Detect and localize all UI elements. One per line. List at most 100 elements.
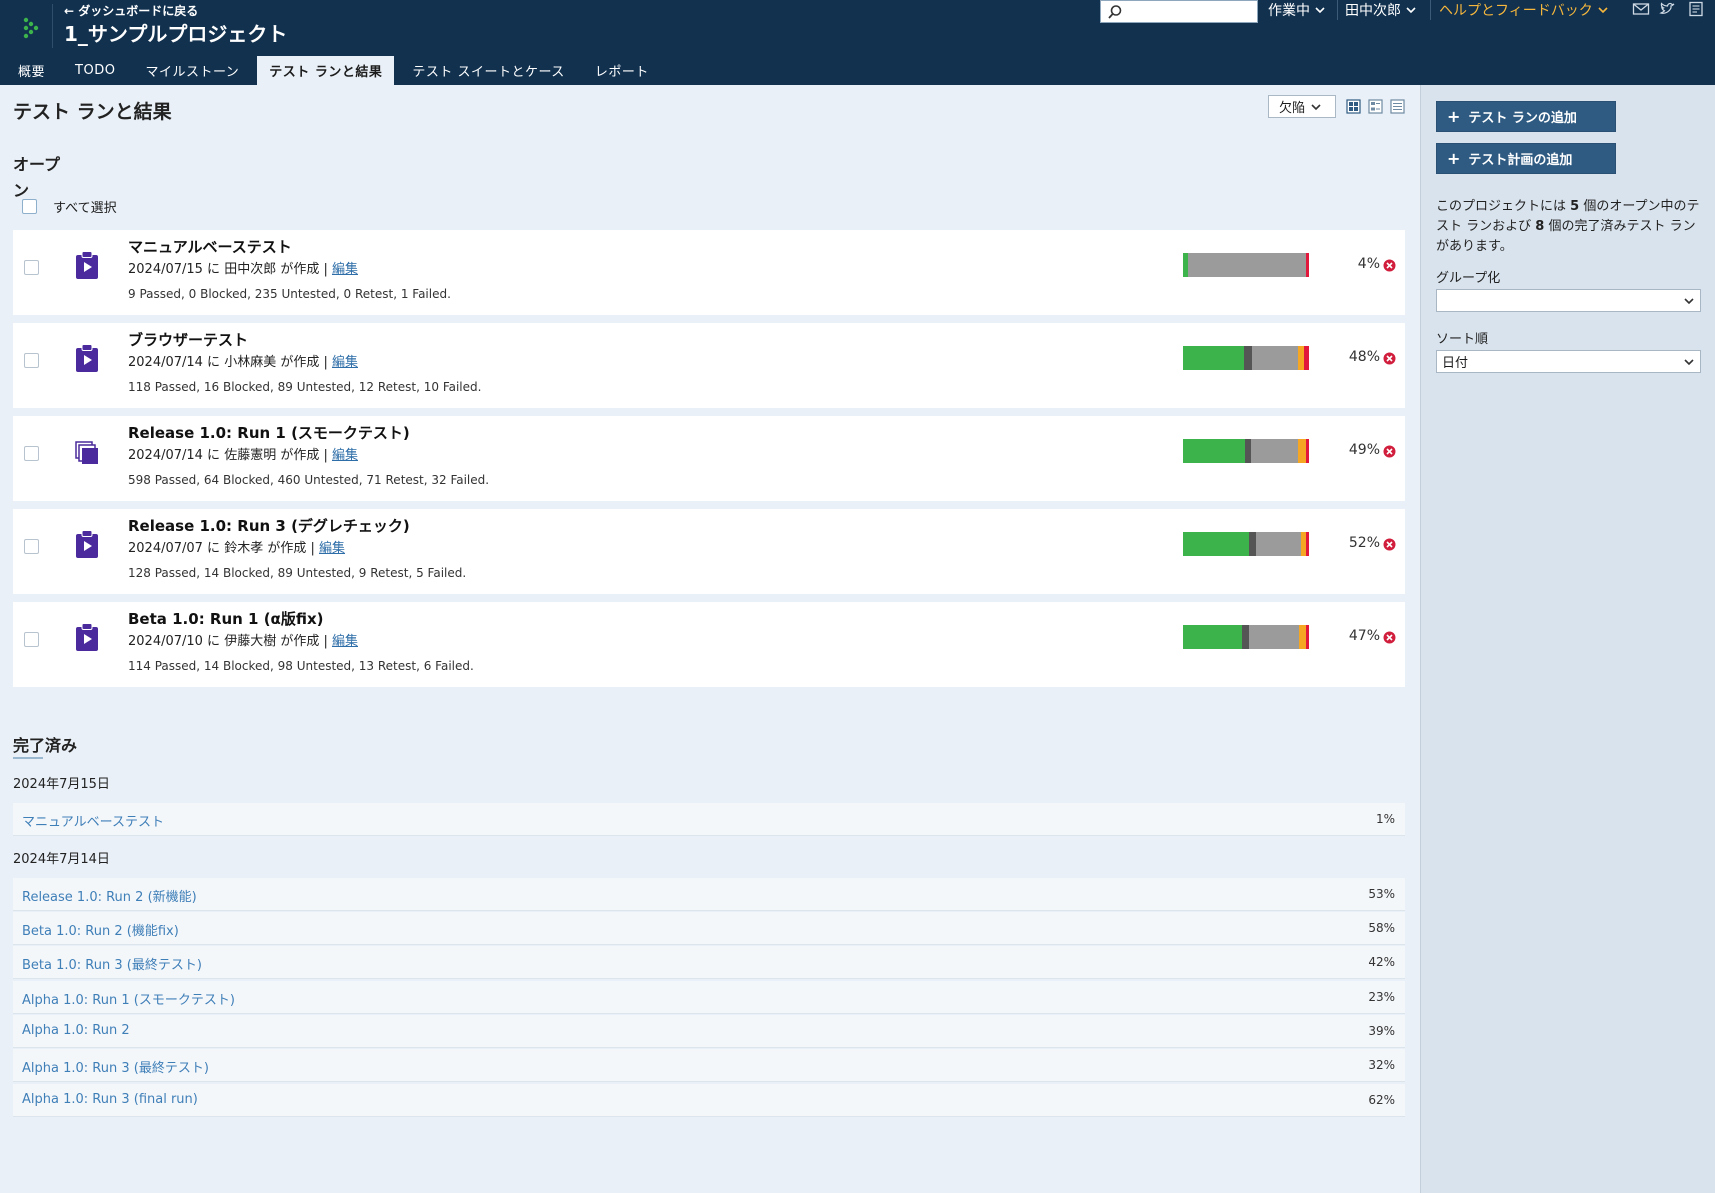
document-icon[interactable] bbox=[1687, 1, 1705, 17]
completed-run-link[interactable]: Beta 1.0: Run 3 (最終テスト) bbox=[22, 954, 202, 973]
completed-run-row: Alpha 1.0: Run 3 (final run) 62% bbox=[13, 1084, 1405, 1117]
run-percent: 49% bbox=[1348, 442, 1380, 458]
tab-reports[interactable]: レポート bbox=[583, 56, 661, 85]
help-feedback-menu[interactable]: ヘルプとフィードバック bbox=[1439, 0, 1608, 20]
sidebar: + テスト ランの追加 + テスト計画の追加 このプロジェクトには 5 個のオー… bbox=[1420, 85, 1715, 1193]
close-run-icon[interactable] bbox=[1383, 445, 1396, 458]
run-meta: 2024/07/10 に 伊藤大樹 が作成 | 編集 bbox=[128, 630, 358, 649]
run-name-link[interactable]: マニュアルベーステスト bbox=[128, 236, 292, 257]
edit-link[interactable]: 編集 bbox=[332, 355, 358, 370]
progress-segment-passed bbox=[1183, 346, 1244, 370]
close-run-icon[interactable] bbox=[1383, 259, 1396, 272]
tab-todo[interactable]: TODO bbox=[63, 56, 127, 85]
tab-test-runs[interactable]: テスト ランと結果 bbox=[257, 56, 395, 85]
completed-title-underline bbox=[13, 757, 43, 759]
run-name-link[interactable]: Release 1.0: Run 3 (デグレチェック) bbox=[128, 515, 410, 536]
progress-bar bbox=[1183, 346, 1309, 370]
chevron-down-icon bbox=[1684, 298, 1694, 305]
select-all-checkbox[interactable] bbox=[22, 199, 37, 214]
defect-filter-select[interactable]: 欠陥 bbox=[1268, 95, 1336, 118]
progress-bar bbox=[1183, 532, 1309, 556]
testrail-logo-icon[interactable] bbox=[18, 14, 44, 40]
completed-run-link[interactable]: Alpha 1.0: Run 3 (最終テスト) bbox=[22, 1057, 209, 1076]
open-run-row: Beta 1.0: Run 1 (α版fix) 2024/07/10 に 伊藤大… bbox=[13, 602, 1405, 687]
search-box[interactable] bbox=[1100, 0, 1258, 23]
completed-run-link[interactable]: マニュアルベーステスト bbox=[22, 811, 164, 830]
run-checkbox[interactable] bbox=[24, 539, 39, 554]
status-menu[interactable]: 作業中 bbox=[1268, 0, 1325, 20]
run-checkbox[interactable] bbox=[24, 353, 39, 368]
completed-run-row: Beta 1.0: Run 2 (機能fix) 58% bbox=[13, 912, 1405, 945]
play-clipboard-icon[interactable] bbox=[74, 250, 100, 280]
details-view-icon[interactable] bbox=[1368, 99, 1383, 114]
run-name-link[interactable]: Release 1.0: Run 1 (スモークテスト) bbox=[128, 422, 410, 443]
test-plan-icon[interactable] bbox=[74, 436, 100, 466]
list-view-icon[interactable] bbox=[1390, 99, 1405, 114]
menu-divider bbox=[1430, 0, 1431, 20]
close-run-icon[interactable] bbox=[1383, 631, 1396, 644]
sort-order-select[interactable]: 日付 bbox=[1436, 350, 1701, 373]
close-run-icon[interactable] bbox=[1383, 538, 1396, 551]
chevron-down-icon bbox=[1311, 103, 1321, 110]
compact-view-icon[interactable] bbox=[1346, 99, 1361, 114]
edit-link[interactable]: 編集 bbox=[332, 634, 358, 649]
run-meta: 2024/07/14 に 佐藤憲明 が作成 | 編集 bbox=[128, 444, 358, 463]
play-clipboard-icon[interactable] bbox=[74, 529, 100, 559]
progress-segment-failed bbox=[1305, 439, 1309, 463]
user-menu[interactable]: 田中次郎 bbox=[1345, 0, 1416, 20]
progress-segment-untested bbox=[1255, 532, 1302, 556]
tab-test-suites[interactable]: テスト スイートとケース bbox=[400, 56, 576, 85]
run-checkbox[interactable] bbox=[24, 260, 39, 275]
completed-run-link[interactable]: Beta 1.0: Run 2 (機能fix) bbox=[22, 920, 179, 939]
completed-run-link[interactable]: Release 1.0: Run 2 (新機能) bbox=[22, 886, 197, 905]
chevron-down-icon bbox=[1315, 7, 1325, 14]
edit-link[interactable]: 編集 bbox=[332, 448, 358, 463]
back-to-dashboard-link[interactable]: ← ダッシュボードに戻る bbox=[64, 2, 198, 19]
completed-run-link[interactable]: Alpha 1.0: Run 3 (final run) bbox=[22, 1092, 198, 1107]
edit-link[interactable]: 編集 bbox=[332, 262, 358, 277]
run-name-link[interactable]: Beta 1.0: Run 1 (α版fix) bbox=[128, 608, 324, 629]
run-percent: 4% bbox=[1357, 256, 1380, 272]
run-name-link[interactable]: ブラウザーテスト bbox=[128, 329, 248, 350]
edit-link[interactable]: 編集 bbox=[319, 541, 345, 556]
progress-segment-untested bbox=[1251, 346, 1298, 370]
completed-run-row: Alpha 1.0: Run 2 39% bbox=[13, 1015, 1405, 1048]
play-clipboard-icon[interactable] bbox=[74, 343, 100, 373]
add-test-run-button[interactable]: + テスト ランの追加 bbox=[1436, 101, 1616, 132]
chevron-down-icon bbox=[1598, 7, 1608, 14]
run-stats: 114 Passed, 14 Blocked, 98 Untested, 13 … bbox=[128, 659, 474, 673]
progress-bar bbox=[1183, 439, 1309, 463]
progress-segment-blocked bbox=[1243, 346, 1252, 370]
completed-run-percent: 58% bbox=[1368, 921, 1395, 935]
sort-order-value: 日付 bbox=[1442, 356, 1469, 371]
mail-icon[interactable] bbox=[1632, 1, 1650, 17]
add-test-plan-button[interactable]: + テスト計画の追加 bbox=[1436, 143, 1616, 174]
completed-date-label: 2024年7月14日 bbox=[13, 852, 110, 867]
run-meta-text: 2024/07/14 に 小林麻美 が作成 | bbox=[128, 355, 328, 370]
progress-segment-passed bbox=[1183, 532, 1249, 556]
tab-overview[interactable]: 概要 bbox=[6, 56, 57, 85]
completed-run-link[interactable]: Alpha 1.0: Run 2 bbox=[22, 1023, 130, 1038]
run-meta-text: 2024/07/15 に 田中次郎 が作成 | bbox=[128, 262, 328, 277]
progress-bar bbox=[1183, 625, 1309, 649]
twitter-icon[interactable] bbox=[1659, 1, 1677, 17]
progress-segment-untested bbox=[1248, 625, 1300, 649]
completed-run-row: Beta 1.0: Run 3 (最終テスト) 42% bbox=[13, 946, 1405, 979]
plus-icon: + bbox=[1447, 149, 1461, 168]
run-percent: 47% bbox=[1348, 628, 1380, 644]
play-clipboard-icon[interactable] bbox=[74, 622, 100, 652]
run-checkbox[interactable] bbox=[24, 446, 39, 461]
search-input[interactable] bbox=[1127, 2, 1253, 21]
logo-divider bbox=[52, 4, 53, 48]
user-menu-label: 田中次郎 bbox=[1345, 3, 1401, 19]
tab-milestones[interactable]: マイルストーン bbox=[133, 56, 251, 85]
run-stats: 118 Passed, 16 Blocked, 89 Untested, 12 … bbox=[128, 380, 482, 394]
run-checkbox[interactable] bbox=[24, 632, 39, 647]
close-run-icon[interactable] bbox=[1383, 352, 1396, 365]
select-all[interactable]: すべて選択 bbox=[22, 197, 117, 216]
completed-run-link[interactable]: Alpha 1.0: Run 1 (スモークテスト) bbox=[22, 989, 235, 1008]
completed-run-percent: 32% bbox=[1368, 1058, 1395, 1072]
group-by-select[interactable] bbox=[1436, 289, 1701, 312]
select-all-label: すべて選択 bbox=[53, 201, 117, 216]
progress-bar bbox=[1183, 253, 1309, 277]
